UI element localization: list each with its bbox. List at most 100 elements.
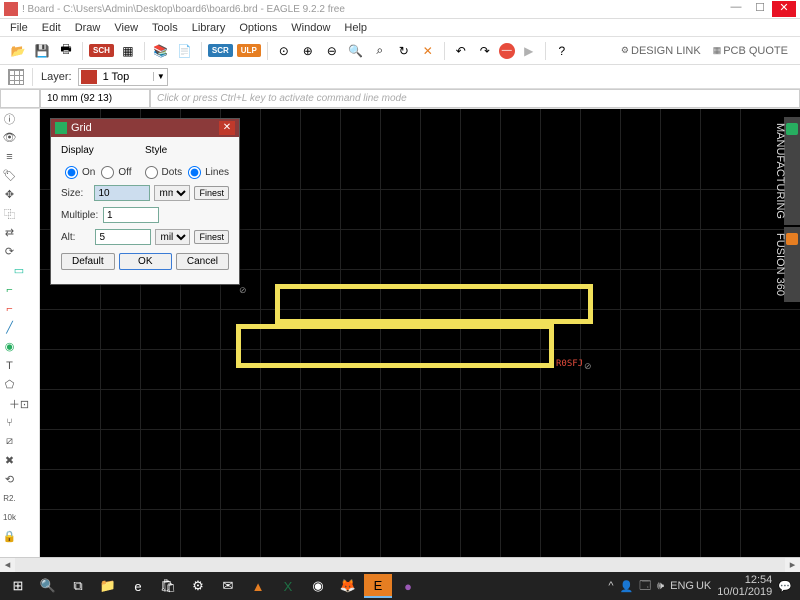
via-icon[interactable]: ◉ <box>0 337 19 356</box>
layers-icon[interactable]: ≡ <box>0 147 19 166</box>
ulp-badge[interactable]: ULP <box>237 44 261 57</box>
eagle-taskbar-icon[interactable]: E <box>364 574 392 598</box>
text-icon[interactable]: T <box>0 356 19 375</box>
minimize-button[interactable]: — <box>724 1 748 17</box>
mail-icon[interactable]: ✉ <box>214 574 242 598</box>
layer-select[interactable]: 1 Top ▼ <box>78 68 169 86</box>
zoom-in-icon[interactable]: ⊕ <box>298 41 318 61</box>
name-icon[interactable]: R2. <box>0 489 19 508</box>
tray-network-icon[interactable]: 🕪 <box>657 580 664 593</box>
sheet-icon[interactable]: 📄 <box>175 41 195 61</box>
scroll-track[interactable] <box>15 558 785 572</box>
split-icon[interactable]: ⑂ <box>0 413 19 432</box>
go-icon[interactable]: ▶ <box>519 41 539 61</box>
default-button[interactable]: Default <box>61 253 115 270</box>
manufacturing-tab[interactable]: MANUFACTURING <box>784 117 800 225</box>
zoom-redraw-icon[interactable]: 🔍 <box>346 41 366 61</box>
display-off-radio[interactable] <box>101 166 114 179</box>
menu-draw[interactable]: Draw <box>69 20 107 36</box>
menu-window[interactable]: Window <box>285 20 336 36</box>
coord-origin[interactable] <box>0 89 40 108</box>
style-lines-radio[interactable] <box>188 166 201 179</box>
maximize-button[interactable]: ☐ <box>748 1 772 17</box>
alt-unit-select[interactable]: mil <box>155 229 190 245</box>
save-icon[interactable]: 💾 <box>32 41 52 61</box>
ripup-icon[interactable]: ⌐ <box>0 299 19 318</box>
show-icon[interactable]: 👁 <box>0 128 19 147</box>
size-unit-select[interactable]: mm <box>154 185 190 201</box>
vlc-icon[interactable]: ▲ <box>244 574 272 598</box>
tray-kb[interactable]: UK <box>696 580 711 592</box>
open-icon[interactable]: 📂 <box>8 41 28 61</box>
taskview-icon[interactable]: ⧉ <box>64 574 92 598</box>
menu-help[interactable]: Help <box>338 20 373 36</box>
zoom-select-icon[interactable]: ⌕ <box>370 41 390 61</box>
menu-tools[interactable]: Tools <box>146 20 184 36</box>
group-icon[interactable]: ▭ <box>0 261 38 280</box>
delete-icon[interactable]: ✖ <box>0 451 19 470</box>
tray-battery-icon[interactable]: 🗔 <box>639 577 651 596</box>
redo-icon[interactable]: ↷ <box>475 41 495 61</box>
menu-file[interactable]: File <box>4 20 34 36</box>
edge-icon[interactable]: e <box>124 574 152 598</box>
cancel-icon[interactable]: ✕ <box>418 41 438 61</box>
board-icon[interactable]: ▦ <box>118 41 138 61</box>
refresh-icon[interactable]: ↻ <box>394 41 414 61</box>
chrome-icon[interactable]: ◉ <box>304 574 332 598</box>
store-icon[interactable]: 🛍 <box>154 574 182 598</box>
lock-icon[interactable]: 🔒 <box>0 527 19 546</box>
menu-edit[interactable]: Edit <box>36 20 67 36</box>
tray-lang[interactable]: ENG <box>670 580 694 592</box>
stop-icon[interactable]: — <box>499 43 515 59</box>
tray-people-icon[interactable]: 👤 <box>620 580 634 593</box>
alt-input[interactable] <box>95 229 151 245</box>
size-input[interactable] <box>94 185 150 201</box>
tray-clock[interactable]: 12:5410/01/2019 <box>717 574 772 598</box>
notifications-icon[interactable]: 💬 <box>778 580 792 593</box>
grid-icon[interactable] <box>8 69 24 85</box>
start-button[interactable]: ⊞ <box>4 574 32 598</box>
add-icon[interactable]: ＋⊡ <box>0 394 38 413</box>
size-finest-button[interactable]: Finest <box>194 186 229 200</box>
search-icon[interactable]: 🔍 <box>34 574 62 598</box>
close-button[interactable]: ✕ <box>772 1 796 17</box>
app-icon[interactable]: ● <box>394 574 422 598</box>
command-line[interactable]: Click or press Ctrl+L key to activate co… <box>150 89 800 108</box>
scrollbar-horizontal[interactable]: ◂ ▸ <box>0 557 800 572</box>
zoom-fit-icon[interactable]: ⊙ <box>274 41 294 61</box>
board-outline-1[interactable] <box>275 284 593 324</box>
value-icon[interactable]: 10k <box>0 508 19 527</box>
menu-options[interactable]: Options <box>233 20 283 36</box>
library-icon[interactable]: 📚 <box>151 41 171 61</box>
firefox-icon[interactable]: 🦊 <box>334 574 362 598</box>
excel-icon[interactable]: X <box>274 574 302 598</box>
menu-library[interactable]: Library <box>186 20 232 36</box>
style-dots-radio[interactable] <box>145 166 158 179</box>
grid-dialog-close[interactable]: ✕ <box>219 121 235 135</box>
display-on-radio[interactable] <box>65 166 78 179</box>
ok-button[interactable]: OK <box>119 253 171 270</box>
tray-up-icon[interactable]: ^ <box>608 580 613 592</box>
info-icon[interactable]: ⓘ <box>0 109 19 128</box>
print-icon[interactable]: 🖶 <box>56 41 76 61</box>
design-link-button[interactable]: ⚙ DESIGN LINK <box>617 43 705 59</box>
cancel-button[interactable]: Cancel <box>176 253 229 270</box>
wire-icon[interactable]: ╱ <box>0 318 19 337</box>
alt-finest-button[interactable]: Finest <box>194 230 229 244</box>
settings-icon[interactable]: ⚙ <box>184 574 212 598</box>
scroll-left-icon[interactable]: ◂ <box>0 558 15 572</box>
scroll-right-icon[interactable]: ▸ <box>785 558 800 572</box>
replace-icon[interactable]: ⟲ <box>0 470 19 489</box>
system-tray[interactable]: ^ 👤 🗔 🕪 ENG UK 12:5410/01/2019 💬 <box>608 574 796 598</box>
help-icon[interactable]: ? <box>552 41 572 61</box>
fusion360-tab[interactable]: FUSION 360 <box>784 227 800 302</box>
miter-icon[interactable]: ⧄ <box>0 432 19 451</box>
route-icon[interactable]: ⌐ <box>0 280 19 299</box>
explorer-icon[interactable]: 📁 <box>94 574 122 598</box>
polygon-icon[interactable]: ⬠ <box>0 375 19 394</box>
undo-icon[interactable]: ↶ <box>451 41 471 61</box>
sch-badge[interactable]: SCH <box>89 44 114 57</box>
zoom-out-icon[interactable]: ⊖ <box>322 41 342 61</box>
move-icon[interactable]: ✥ <box>0 185 19 204</box>
multiple-input[interactable] <box>103 207 159 223</box>
